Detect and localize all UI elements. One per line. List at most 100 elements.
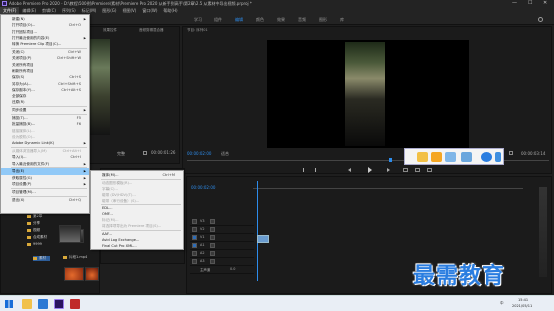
title-bar: Adobe Premiere Pro 2020 - D:\教程\500例\Pre… xyxy=(0,0,554,7)
file-menu-item[interactable]: 同步设置 ▶ xyxy=(1,107,89,113)
collapse-icon[interactable] xyxy=(495,152,501,162)
menu-marker[interactable]: 标记(M) xyxy=(79,7,100,14)
mute-icon[interactable] xyxy=(210,251,215,256)
workspace-tab-editing[interactable]: 编辑 xyxy=(235,17,243,23)
extract-icon[interactable] xyxy=(415,168,420,172)
timeline-playhead[interactable] xyxy=(257,181,258,281)
track-label: A1 xyxy=(200,243,205,247)
menu-help[interactable]: 帮助(H) xyxy=(160,7,180,14)
workspace-tab-graphics[interactable]: 图形 xyxy=(319,17,327,23)
timeline-timecode[interactable]: 00:00:02:00 xyxy=(191,185,215,190)
program-fit-dropdown[interactable]: 适合 xyxy=(221,151,229,157)
workspace-tab-libraries[interactable]: 库 xyxy=(340,17,344,23)
zoom-icon[interactable] xyxy=(461,152,472,162)
export-menu-item[interactable]: Final Cut Pro XML... xyxy=(91,243,183,249)
file-menu-item[interactable]: 项目设置(P) ▶ xyxy=(1,181,89,187)
eye-icon[interactable] xyxy=(210,219,215,224)
menu-clip[interactable]: 剪辑(C) xyxy=(39,7,59,14)
track-label: A2 xyxy=(200,251,205,255)
track-label: V2 xyxy=(200,227,205,231)
ie-icon[interactable] xyxy=(38,299,48,309)
menu-window[interactable]: 窗口(W) xyxy=(139,7,160,14)
settings-wrench-icon[interactable] xyxy=(509,151,513,155)
help-icon[interactable] xyxy=(481,152,492,162)
menu-item-label: 动态图形模板(R)... xyxy=(102,180,133,185)
folder-item-selected[interactable]: 素材 xyxy=(33,256,50,261)
folder-item[interactable]: 9999 xyxy=(27,242,42,246)
menu-item-label: 刷新所有项目 xyxy=(12,68,34,73)
program-panel-tab[interactable]: 节目: 序列01 xyxy=(187,28,208,33)
lock-icon[interactable] xyxy=(192,243,197,248)
highlight-icon[interactable] xyxy=(445,152,456,162)
menu-file[interactable]: 文件(F) xyxy=(0,7,20,14)
note-icon[interactable] xyxy=(431,152,442,162)
file-menu-item[interactable]: 项目管理(M)... xyxy=(1,189,89,195)
file-menu-item[interactable]: Adobe Dynamic Link(K) ▶ xyxy=(1,140,89,146)
premiere-icon[interactable] xyxy=(54,299,64,309)
lock-icon[interactable] xyxy=(192,259,197,264)
file-menu-item[interactable]: 转换 Premiere Clip 项目(C)... xyxy=(1,41,89,47)
eye-icon[interactable] xyxy=(210,227,215,232)
menu-sequence[interactable]: 序列(S) xyxy=(59,7,79,14)
folder-item[interactable]: 分享 xyxy=(27,221,40,226)
workspace-tab-learn[interactable]: 学习 xyxy=(194,17,202,23)
step-forward-icon[interactable] xyxy=(387,168,390,172)
menu-item-label: OMF... xyxy=(102,212,113,216)
close-button[interactable]: ✕ xyxy=(543,0,547,7)
wrench-icon[interactable] xyxy=(143,151,147,155)
lock-icon[interactable] xyxy=(192,235,197,240)
menu-graphics[interactable]: 图形(G) xyxy=(99,7,119,14)
file-explorer-icon[interactable] xyxy=(22,299,32,309)
playhead-marker[interactable] xyxy=(389,158,392,162)
maximize-button[interactable]: ☐ xyxy=(528,0,532,7)
lock-icon[interactable] xyxy=(192,251,197,256)
source-zoom-label[interactable]: 完整 xyxy=(117,151,125,157)
menu-item-label: 磁带 (DV/HDV)(T)... xyxy=(102,192,136,197)
clip-thumbnail-2[interactable] xyxy=(64,267,84,281)
bin-thumbnail-1[interactable] xyxy=(59,225,81,243)
menu-view[interactable]: 视图(V) xyxy=(119,7,139,14)
file-menu-item[interactable]: 导入最近使用的文件(F) ▶ xyxy=(1,161,89,167)
timeline-ruler[interactable] xyxy=(253,183,523,189)
hand-icon[interactable] xyxy=(417,152,428,162)
mark-in-icon[interactable] xyxy=(303,168,306,172)
mark-out-icon[interactable] xyxy=(313,168,316,172)
eye-icon[interactable] xyxy=(210,235,215,240)
track-v2: V2 xyxy=(190,226,254,234)
workspace-tab-effects[interactable]: 效果 xyxy=(277,17,285,23)
export-menu-item: 将选择项导出为 Premiere 项目(S)... xyxy=(91,223,183,229)
mute-icon[interactable] xyxy=(210,259,215,264)
menu-item-shortcut: Ctrl+Q xyxy=(68,197,81,202)
export-menu-item[interactable]: 媒体(M)... Ctrl+M xyxy=(91,172,183,178)
media-icon[interactable] xyxy=(70,299,80,309)
video-clip[interactable] xyxy=(257,235,269,243)
lock-icon[interactable] xyxy=(192,227,197,232)
file-menu-item[interactable]: 还原(R) xyxy=(1,99,89,105)
export-frame-icon[interactable] xyxy=(427,168,432,172)
search-icon[interactable] xyxy=(538,17,543,22)
program-timecode[interactable]: 00:00:02:00 xyxy=(187,151,211,156)
mute-icon[interactable] xyxy=(210,243,215,248)
source-panel-tab[interactable]: 效果控件 xyxy=(103,28,117,33)
minimize-button[interactable]: — xyxy=(512,0,517,7)
menu-edit[interactable]: 编辑(E) xyxy=(19,7,39,14)
step-back-icon[interactable] xyxy=(348,168,351,172)
lock-icon[interactable] xyxy=(192,219,197,224)
menu-item-label: 捕捉(T)... xyxy=(12,116,28,120)
windows-start-icon[interactable] xyxy=(5,300,13,308)
folder-item[interactable]: 第2章 xyxy=(27,214,42,219)
clip-thumbnail-3[interactable] xyxy=(85,267,99,281)
workspace-tab-audio[interactable]: 音频 xyxy=(298,17,306,23)
folder-item[interactable]: 合成素材 xyxy=(27,235,47,240)
submenu-arrow-icon: ▶ xyxy=(83,141,86,146)
workspace-tab-assembly[interactable]: 组件 xyxy=(214,17,222,23)
master-value[interactable]: 0.0 xyxy=(230,267,235,271)
play-icon[interactable] xyxy=(368,167,372,173)
lift-icon[interactable] xyxy=(403,168,408,172)
audio-mixer-tab[interactable]: 音频剪辑混合器 xyxy=(139,28,164,33)
file-menu-item[interactable]: 退出(X) Ctrl+Q xyxy=(1,197,89,203)
taskbar-lang[interactable]: 中 xyxy=(500,301,504,306)
source-video-frame xyxy=(90,39,110,135)
folder-item[interactable]: 视频 xyxy=(27,228,40,233)
workspace-tab-color[interactable]: 颜色 xyxy=(256,17,264,23)
